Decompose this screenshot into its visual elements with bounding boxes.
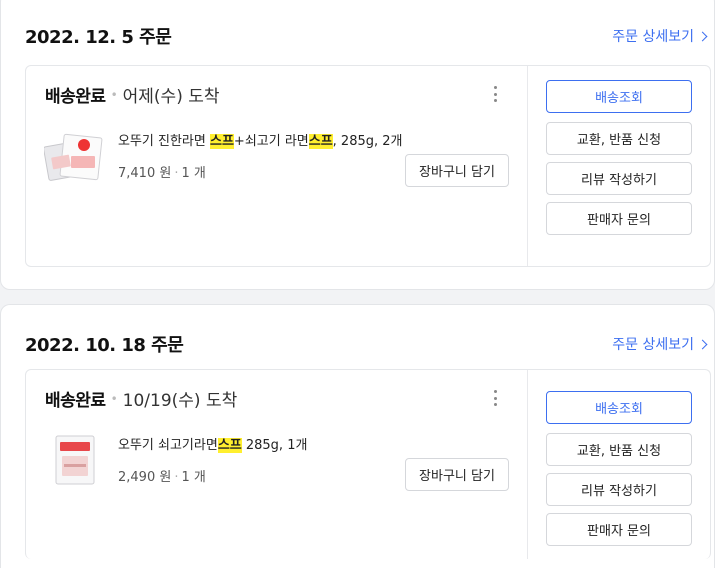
product-price: 2,490 원 · 1 개 [118, 470, 206, 485]
product-thumbnail[interactable] [44, 434, 104, 486]
product-thumbnail[interactable] [44, 130, 104, 182]
track-delivery-button[interactable]: 배송조회 [546, 391, 692, 424]
arrival-date: 어제(수) 도착 [122, 87, 220, 107]
product-pane: 배송완료 • 10/19(수) 도착 오뚜기 쇠고기라면스프 285g, 1개 … [26, 370, 528, 559]
order-detail-link[interactable]: 주문 상세보기 [612, 26, 708, 46]
exchange-return-button[interactable]: 교환, 반품 신청 [546, 433, 692, 466]
order-item-box: 배송완료 • 10/19(수) 도착 오뚜기 쇠고기라면스프 285g, 1개 … [25, 369, 711, 559]
product-name[interactable]: 오뚜기 쇠고기라면스프 285g, 1개 [118, 434, 307, 453]
order-detail-link[interactable]: 주문 상세보기 [612, 334, 708, 354]
chevron-right-icon [697, 339, 708, 349]
seller-inquiry-button[interactable]: 판매자 문의 [546, 513, 692, 546]
separator-dot: • [110, 87, 118, 102]
track-delivery-button[interactable]: 배송조회 [546, 80, 692, 113]
write-review-button[interactable]: 리뷰 작성하기 [546, 473, 692, 506]
delivery-status: 배송완료 • 10/19(수) 도착 [45, 386, 237, 411]
separator-dot: • [110, 391, 118, 406]
order-item-box: 배송완료 • 어제(수) 도착 오뚜기 진한라면 스프+쇠고기 라면스프, 28… [25, 65, 711, 267]
order-detail-label: 주문 상세보기 [612, 29, 694, 45]
product-price: 7,410 원 · 1 개 [118, 166, 206, 181]
product-name[interactable]: 오뚜기 진한라면 스프+쇠고기 라면스프, 285g, 2개 [118, 130, 403, 149]
more-options-icon[interactable] [489, 86, 501, 102]
chevron-right-icon [697, 31, 708, 41]
order-actions: 배송조회 교환, 반품 신청 리뷰 작성하기 판매자 문의 [546, 66, 692, 266]
write-review-button[interactable]: 리뷰 작성하기 [546, 162, 692, 195]
status-label: 배송완료 [45, 391, 106, 411]
status-label: 배송완료 [45, 87, 106, 107]
order-date: 2022. 10. 18 주문 [25, 335, 184, 356]
order-card: 2022. 12. 5 주문 주문 상세보기 배송완료 • 어제(수) 도착 오… [0, 0, 715, 290]
add-to-cart-button[interactable]: 장바구니 담기 [405, 458, 509, 491]
delivery-status: 배송완료 • 어제(수) 도착 [45, 82, 220, 107]
arrival-date: 10/19(수) 도착 [122, 391, 238, 411]
order-date: 2022. 12. 5 주문 [25, 27, 172, 48]
order-header: 2022. 10. 18 주문 주문 상세보기 [25, 329, 708, 359]
order-card: 2022. 10. 18 주문 주문 상세보기 배송완료 • 10/19(수) … [0, 304, 715, 568]
order-detail-label: 주문 상세보기 [612, 337, 694, 353]
add-to-cart-button[interactable]: 장바구니 담기 [405, 154, 509, 187]
order-header: 2022. 12. 5 주문 주문 상세보기 [25, 21, 708, 51]
product-pane: 배송완료 • 어제(수) 도착 오뚜기 진한라면 스프+쇠고기 라면스프, 28… [26, 66, 528, 266]
order-actions: 배송조회 교환, 반품 신청 리뷰 작성하기 판매자 문의 [546, 370, 692, 559]
more-options-icon[interactable] [489, 390, 501, 406]
exchange-return-button[interactable]: 교환, 반품 신청 [546, 122, 692, 155]
seller-inquiry-button[interactable]: 판매자 문의 [546, 202, 692, 235]
